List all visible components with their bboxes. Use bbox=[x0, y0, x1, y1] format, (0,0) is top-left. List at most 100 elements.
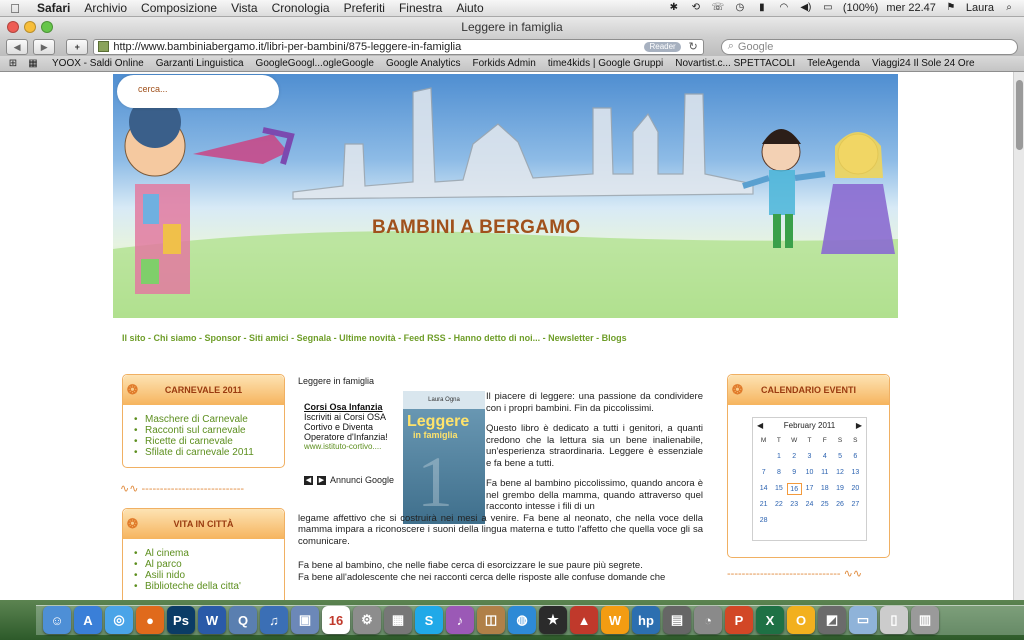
hp-icon[interactable]: hp bbox=[632, 606, 660, 634]
sidebar-link[interactable]: Biblioteche della citta' bbox=[131, 581, 284, 592]
quicktime-icon[interactable]: Q bbox=[229, 606, 257, 634]
sidebar-link[interactable]: Racconti sul carnevale bbox=[131, 425, 284, 436]
add-bookmark-button[interactable]: + bbox=[66, 38, 89, 55]
itunes-icon[interactable]: ♫ bbox=[260, 606, 288, 634]
calendar-day[interactable]: 8 bbox=[771, 467, 786, 479]
forward-button[interactable]: ▶ bbox=[33, 38, 56, 55]
bookmark-item[interactable]: Novartist.c... SPETTACOLI bbox=[669, 58, 801, 69]
music-icon[interactable]: ♪ bbox=[446, 606, 474, 634]
calendar-day[interactable]: 25 bbox=[817, 499, 832, 511]
nav-link-newsletter[interactable]: Newsletter bbox=[548, 333, 594, 343]
menu-finestra[interactable]: Finestra bbox=[392, 1, 449, 15]
sidebar-link[interactable]: Al parco bbox=[131, 559, 284, 570]
calendar-day[interactable]: 15 bbox=[771, 483, 786, 495]
bookmark-item[interactable]: GoogleGoogl...ogleGoogle bbox=[250, 58, 380, 69]
reload-icon[interactable]: ↻ bbox=[689, 40, 698, 53]
flag-icon[interactable]: ⚑ bbox=[944, 2, 958, 14]
red-app-icon[interactable]: ▲ bbox=[570, 606, 598, 634]
close-window-button[interactable] bbox=[7, 21, 19, 33]
trash-icon[interactable]: ▥ bbox=[911, 606, 939, 634]
calendar-next-icon[interactable]: ▶ bbox=[856, 421, 862, 430]
calendar-day[interactable]: 21 bbox=[756, 499, 771, 511]
bookmark-item[interactable]: Viaggi24 Il Sole 24 Ore bbox=[866, 58, 981, 69]
battery-icon[interactable]: ▭ bbox=[821, 2, 835, 14]
sidebar-link[interactable]: Ricette di carnevale bbox=[131, 436, 284, 447]
calendar-day[interactable]: 7 bbox=[756, 467, 771, 479]
nav-link-siti-amici[interactable]: Siti amici bbox=[249, 333, 289, 343]
bookmarks-book-icon[interactable]: ⊞ bbox=[6, 58, 20, 69]
nav-link-sponsor[interactable]: Sponsor bbox=[205, 333, 242, 343]
calendar-day[interactable]: 1 bbox=[771, 451, 786, 463]
safari-icon[interactable]: ◎ bbox=[105, 606, 133, 634]
disk-icon[interactable]: ◔ bbox=[694, 606, 722, 634]
calendar-day[interactable]: 11 bbox=[817, 467, 832, 479]
sidebar-link[interactable]: Asili nido bbox=[131, 570, 284, 581]
skype-icon[interactable]: S bbox=[415, 606, 443, 634]
calendar-day[interactable]: 23 bbox=[787, 499, 802, 511]
menu-vista[interactable]: Vista bbox=[224, 1, 264, 15]
notifier-icon[interactable]: ▮ bbox=[755, 2, 769, 14]
calendar-day[interactable]: 13 bbox=[848, 467, 863, 479]
nav-link-feed-rss[interactable]: Feed RSS bbox=[404, 333, 446, 343]
nav-link-ultime-novita[interactable]: Ultime novità bbox=[339, 333, 396, 343]
calendar-day[interactable]: 4 bbox=[817, 451, 832, 463]
calendar-day[interactable]: 9 bbox=[787, 467, 802, 479]
calendar-day[interactable]: 18 bbox=[817, 483, 832, 495]
calendar-day[interactable]: 5 bbox=[832, 451, 847, 463]
nav-link-segnala[interactable]: Segnala bbox=[297, 333, 332, 343]
bluetooth-icon[interactable]: ✱ bbox=[667, 2, 681, 14]
menu-composizione[interactable]: Composizione bbox=[134, 1, 224, 15]
calendar-day[interactable]: 24 bbox=[802, 499, 817, 511]
calendar-prev-icon[interactable]: ◀ bbox=[757, 421, 763, 430]
calendar-day[interactable]: 17 bbox=[802, 483, 817, 495]
zoom-window-button[interactable] bbox=[41, 21, 53, 33]
phone-icon[interactable]: ☏ bbox=[711, 2, 725, 14]
site-search-cloud[interactable]: cerca... bbox=[117, 75, 279, 108]
calendar-day[interactable]: 19 bbox=[832, 483, 847, 495]
sidebar-link[interactable]: Al cinema bbox=[131, 548, 284, 559]
page-scrollbar[interactable] bbox=[1013, 72, 1024, 600]
calendar-day[interactable]: 20 bbox=[848, 483, 863, 495]
calendar-day[interactable]: 27 bbox=[848, 499, 863, 511]
system-preferences-icon[interactable]: ⚙ bbox=[353, 606, 381, 634]
reader-button[interactable]: Reader bbox=[644, 41, 681, 52]
sync-icon[interactable]: ⟲ bbox=[689, 2, 703, 14]
bookmark-item[interactable]: TeleAgenda bbox=[801, 58, 866, 69]
volume-icon[interactable]: ◀) bbox=[799, 2, 813, 14]
wifi-icon[interactable]: ◠ bbox=[777, 2, 791, 14]
url-text[interactable]: http://www.bambiniabergamo.it/libri-per-… bbox=[113, 41, 461, 53]
printer-icon[interactable]: ▤ bbox=[663, 606, 691, 634]
calendar-day[interactable]: 3 bbox=[802, 451, 817, 463]
photo-icon[interactable]: ◫ bbox=[477, 606, 505, 634]
nav-link-il-sito[interactable]: Il sito bbox=[122, 333, 146, 343]
nav-link-chi-siamo[interactable]: Chi siamo bbox=[154, 333, 197, 343]
powerpoint-icon[interactable]: P bbox=[725, 606, 753, 634]
preview-icon[interactable]: ▣ bbox=[291, 606, 319, 634]
bookmark-item[interactable]: Google Analytics bbox=[380, 58, 467, 69]
top-sites-icon[interactable]: ▦ bbox=[26, 58, 40, 69]
menu-cronologia[interactable]: Cronologia bbox=[265, 1, 337, 15]
scrollbar-thumb[interactable] bbox=[1016, 80, 1023, 150]
firefox-icon[interactable]: ● bbox=[136, 606, 164, 634]
finder-icon[interactable]: ☺ bbox=[43, 606, 71, 634]
minimize-window-button[interactable] bbox=[24, 21, 36, 33]
calendar-day[interactable]: 14 bbox=[756, 483, 771, 495]
calculator-icon[interactable]: ▦ bbox=[384, 606, 412, 634]
calendar-day[interactable]: 16 bbox=[786, 483, 802, 495]
address-bar[interactable]: http://www.bambiniabergamo.it/libri-per-… bbox=[93, 38, 704, 55]
apple-menu-icon[interactable]:  bbox=[0, 1, 30, 16]
ical-icon[interactable]: 16 bbox=[322, 606, 350, 634]
menu-aiuto[interactable]: Aiuto bbox=[449, 1, 490, 15]
outlook-icon[interactable]: O bbox=[787, 606, 815, 634]
menu-clock[interactable]: mer 22.47 bbox=[886, 2, 936, 14]
calendar-day[interactable]: 28 bbox=[756, 515, 771, 527]
bookmark-item[interactable]: Forkids Admin bbox=[466, 58, 541, 69]
photo-stack-icon[interactable]: ◩ bbox=[818, 606, 846, 634]
calendar-day[interactable]: 22 bbox=[771, 499, 786, 511]
bookmark-item[interactable]: time4kids | Google Gruppi bbox=[542, 58, 669, 69]
calendar-day[interactable]: 12 bbox=[832, 467, 847, 479]
sidebar-link[interactable]: Sfilate di carnevale 2011 bbox=[131, 447, 284, 458]
nav-link-blogs[interactable]: Blogs bbox=[602, 333, 627, 343]
back-button[interactable]: ◀ bbox=[6, 38, 29, 55]
network-icon[interactable]: ◍ bbox=[508, 606, 536, 634]
